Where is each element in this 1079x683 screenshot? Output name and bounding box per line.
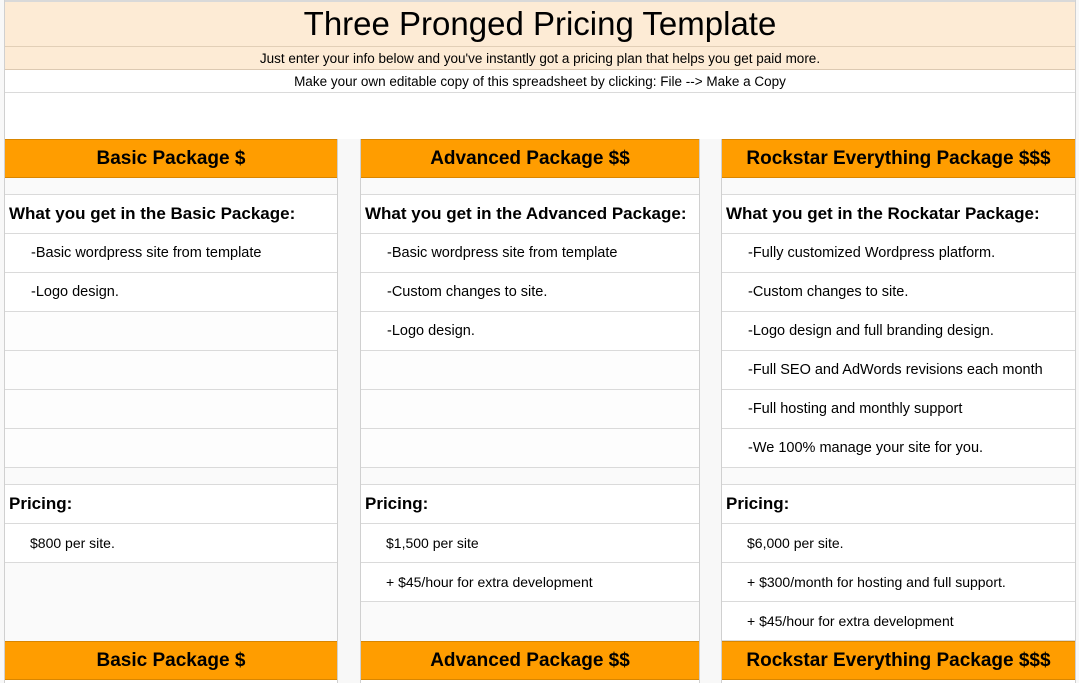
package-footer[interactable]: Rockstar Everything Package $$$ bbox=[722, 641, 1075, 680]
feature-item[interactable]: -Full hosting and monthly support bbox=[722, 390, 1075, 429]
feature-item[interactable]: -Logo design. bbox=[5, 273, 337, 312]
pricing-item[interactable]: $1,500 per site bbox=[361, 524, 699, 563]
sheet-title[interactable]: Three Pronged Pricing Template bbox=[5, 2, 1075, 47]
empty-cell[interactable] bbox=[361, 429, 699, 468]
pricing-item[interactable]: $800 per site. bbox=[5, 524, 337, 563]
empty-merged-cell[interactable] bbox=[5, 563, 337, 641]
spacer-cell[interactable] bbox=[361, 468, 699, 485]
spacer-cell[interactable] bbox=[361, 178, 699, 195]
package-column-rockstar: Rockstar Everything Package $$$ What you… bbox=[722, 139, 1075, 680]
package-footer[interactable]: Basic Package $ bbox=[5, 641, 337, 680]
empty-cell[interactable] bbox=[361, 351, 699, 390]
copy-instructions[interactable]: Make your own editable copy of this spre… bbox=[5, 70, 1075, 93]
features-heading[interactable]: What you get in the Rockatar Package: bbox=[722, 195, 1075, 234]
sheet-subtitle[interactable]: Just enter your info below and you've in… bbox=[5, 47, 1075, 70]
spacer-cell[interactable] bbox=[5, 178, 337, 195]
feature-item[interactable]: -Custom changes to site. bbox=[361, 273, 699, 312]
feature-item[interactable]: -Full SEO and AdWords revisions each mon… bbox=[722, 351, 1075, 390]
package-header[interactable]: Basic Package $ bbox=[5, 139, 337, 178]
pricing-item[interactable]: + $45/hour for extra development bbox=[722, 602, 1075, 641]
features-heading[interactable]: What you get in the Advanced Package: bbox=[361, 195, 699, 234]
empty-cell[interactable] bbox=[361, 390, 699, 429]
feature-item[interactable]: -Basic wordpress site from template bbox=[5, 234, 337, 273]
feature-item[interactable]: -Fully customized Wordpress platform. bbox=[722, 234, 1075, 273]
package-header[interactable]: Rockstar Everything Package $$$ bbox=[722, 139, 1075, 178]
package-column-basic: Basic Package $ What you get in the Basi… bbox=[5, 139, 337, 680]
pricing-item[interactable]: + $45/hour for extra development bbox=[361, 563, 699, 602]
pricing-heading[interactable]: Pricing: bbox=[722, 485, 1075, 524]
spacer-cell[interactable] bbox=[722, 468, 1075, 485]
empty-cell[interactable] bbox=[5, 312, 337, 351]
pricing-heading[interactable]: Pricing: bbox=[361, 485, 699, 524]
package-column-advanced: Advanced Package $$ What you get in the … bbox=[361, 139, 699, 680]
package-footer[interactable]: Advanced Package $$ bbox=[361, 641, 699, 680]
empty-cell[interactable] bbox=[5, 390, 337, 429]
feature-item[interactable]: -Custom changes to site. bbox=[722, 273, 1075, 312]
package-header[interactable]: Advanced Package $$ bbox=[361, 139, 699, 178]
empty-cell[interactable] bbox=[5, 351, 337, 390]
empty-rows[interactable] bbox=[5, 93, 1075, 139]
right-gutter bbox=[1075, 0, 1079, 683]
feature-item[interactable]: -Logo design and full branding design. bbox=[722, 312, 1075, 351]
empty-merged-cell[interactable] bbox=[361, 602, 699, 641]
features-heading[interactable]: What you get in the Basic Package: bbox=[5, 195, 337, 234]
pricing-item[interactable]: $6,000 per site. bbox=[722, 524, 1075, 563]
spacer-cell[interactable] bbox=[5, 468, 337, 485]
spacer-cell[interactable] bbox=[722, 178, 1075, 195]
pricing-item[interactable]: + $300/month for hosting and full suppor… bbox=[722, 563, 1075, 602]
feature-item[interactable]: -We 100% manage your site for you. bbox=[722, 429, 1075, 468]
feature-item[interactable]: -Logo design. bbox=[361, 312, 699, 351]
column-gap-2[interactable] bbox=[699, 139, 722, 683]
pricing-heading[interactable]: Pricing: bbox=[5, 485, 337, 524]
empty-cell[interactable] bbox=[5, 429, 337, 468]
column-gap-1[interactable] bbox=[337, 139, 361, 683]
feature-item[interactable]: -Basic wordpress site from template bbox=[361, 234, 699, 273]
